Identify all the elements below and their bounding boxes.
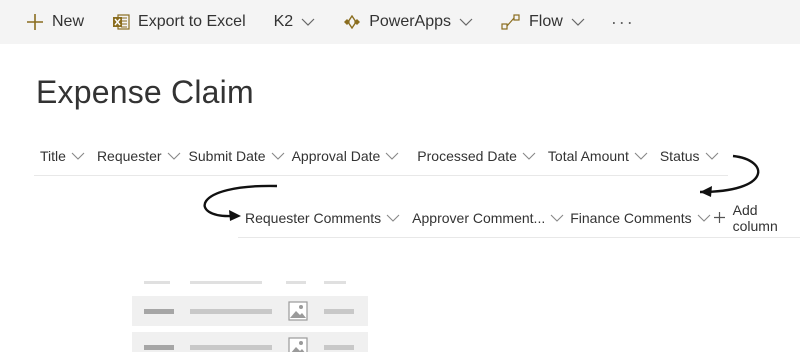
chevron-down-icon: [705, 151, 719, 161]
plus-icon: [26, 13, 44, 31]
new-button-label: New: [52, 13, 85, 30]
k2-menu[interactable]: K2: [274, 0, 316, 44]
chevron-down-icon: [385, 151, 399, 161]
column-header-approver-comments[interactable]: Approver Comment...: [412, 210, 564, 226]
add-column-button[interactable]: Add column: [713, 201, 800, 234]
flow-menu-label: Flow: [529, 13, 563, 30]
chevron-down-icon: [271, 151, 285, 161]
chevron-down-icon: [167, 151, 181, 161]
empty-list-illustration: [132, 278, 368, 352]
column-header-row-continued: Requester Comments Approver Comment... F…: [238, 198, 800, 238]
column-header-status[interactable]: Status: [660, 148, 719, 164]
chevron-down-icon: [634, 151, 648, 161]
column-header-submit-date[interactable]: Submit Date: [189, 148, 285, 164]
export-to-excel-label: Export to Excel: [138, 13, 246, 30]
k2-menu-label: K2: [273, 13, 294, 30]
more-options-button[interactable]: ···: [611, 12, 635, 33]
image-placeholder-icon: [288, 337, 308, 352]
column-header-row: Title Requester Submit Date Approval Dat…: [34, 136, 728, 176]
powerapps-menu-label: PowerApps: [369, 13, 452, 30]
add-column-label: Add column: [732, 201, 778, 234]
chevron-down-icon: [522, 151, 536, 161]
flow-menu[interactable]: Flow: [501, 0, 585, 44]
flow-icon: [501, 14, 521, 30]
column-header-requester-comments[interactable]: Requester Comments: [245, 210, 400, 226]
powerapps-menu[interactable]: PowerApps: [343, 0, 473, 44]
column-header-total-amount[interactable]: Total Amount: [548, 148, 648, 164]
chevron-down-icon: [571, 17, 585, 27]
chevron-down-icon: [697, 213, 711, 223]
chevron-down-icon: [459, 17, 473, 27]
column-header-title[interactable]: Title: [40, 148, 85, 164]
chevron-down-icon: [71, 151, 85, 161]
command-bar: New Export to Excel K2 PowerApps Flow ··…: [0, 0, 800, 44]
image-placeholder-icon: [288, 301, 308, 326]
chevron-down-icon: [301, 17, 315, 27]
column-header-requester[interactable]: Requester: [97, 148, 181, 164]
arrowhead-right: [700, 186, 712, 197]
page-title: Expense Claim: [36, 74, 254, 110]
plus-icon: [713, 212, 725, 223]
wrap-arrows: [203, 154, 760, 221]
column-header-approval-date[interactable]: Approval Date: [292, 148, 400, 164]
new-button[interactable]: New: [26, 0, 84, 44]
column-header-finance-comments[interactable]: Finance Comments: [570, 210, 711, 226]
export-to-excel-button[interactable]: Export to Excel: [112, 0, 246, 44]
chevron-down-icon: [550, 213, 564, 223]
excel-icon: [112, 13, 130, 31]
powerapps-icon: [343, 15, 361, 29]
column-header-processed-date[interactable]: Processed Date: [417, 148, 536, 164]
chevron-down-icon: [386, 213, 400, 223]
